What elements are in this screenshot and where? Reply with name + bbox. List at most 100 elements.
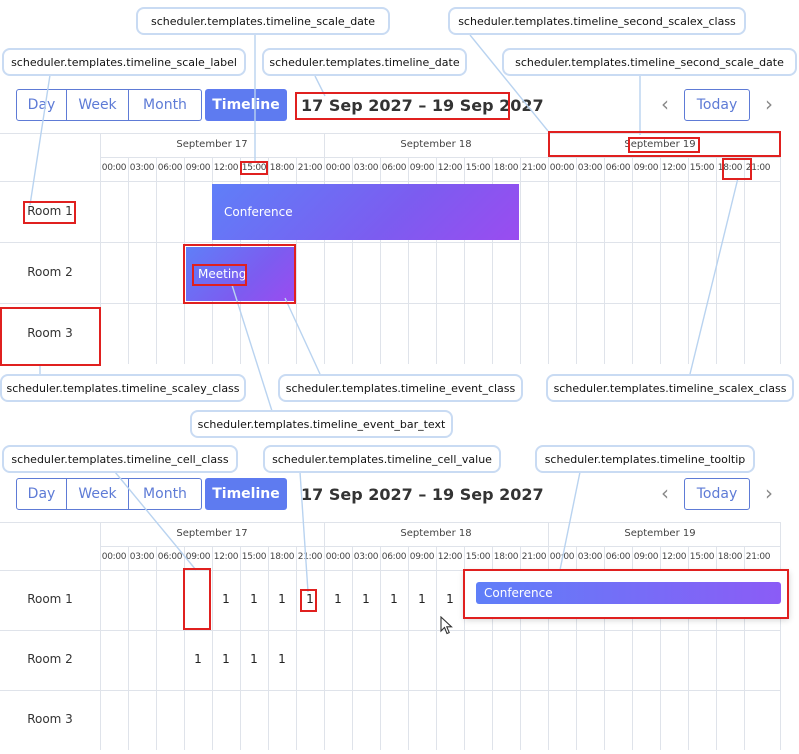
callout-timeline-second-scalex-class: scheduler.templates.timeline_second_scal… xyxy=(448,7,746,35)
callout-timeline-cell-class: scheduler.templates.timeline_cell_class xyxy=(2,445,238,473)
scale-day-label: September 18 xyxy=(400,528,472,539)
grid-line xyxy=(268,546,269,750)
scale-hour-label: 15:00 xyxy=(689,552,715,562)
chevron-right-icon[interactable]: › xyxy=(765,483,773,503)
scale-hour-label: 15:00 xyxy=(241,552,267,562)
timeline-view-button[interactable]: Timeline xyxy=(205,89,287,121)
scale-hour-label: 12:00 xyxy=(437,552,463,562)
scale-hour-label: 09:00 xyxy=(633,163,659,173)
room-label: Room 1 xyxy=(27,592,73,606)
scale-hour-label: 12:00 xyxy=(213,552,239,562)
grid-line xyxy=(780,133,781,364)
room-label: Room 3 xyxy=(27,712,73,726)
callout-timeline-date: scheduler.templates.timeline_date xyxy=(262,48,467,76)
timeline-view-button[interactable]: Timeline xyxy=(205,478,287,510)
scale-hour-label: 06:00 xyxy=(381,163,407,173)
scale-hour-label: 03:00 xyxy=(129,552,155,562)
cell-value: 1 xyxy=(390,592,398,606)
cell-value: 1 xyxy=(250,652,258,666)
room-label: Room 2 xyxy=(27,652,73,666)
scale-hour-label: 18:00 xyxy=(493,163,519,173)
month-view-button[interactable]: Month xyxy=(129,478,202,510)
cell-value: 1 xyxy=(362,592,370,606)
month-view-button[interactable]: Month xyxy=(129,89,202,121)
today-button[interactable]: Today xyxy=(684,89,750,121)
scale-hour-label: 09:00 xyxy=(633,552,659,562)
highlight-cell-class xyxy=(183,568,211,630)
grid-line xyxy=(660,157,661,364)
scale-hour-label: 15:00 xyxy=(689,163,715,173)
scale-hour-label: 15:00 xyxy=(465,552,491,562)
highlight-scalex-class xyxy=(722,158,752,180)
view-switcher: Day Week Month xyxy=(16,89,202,121)
scale-day-label: September 17 xyxy=(176,139,248,150)
grid-line xyxy=(156,546,157,750)
timeline-grid-bottom: September 17 September 18 September 19 00:0… xyxy=(0,522,781,750)
scale-hour-label: 21:00 xyxy=(297,163,323,173)
scale-hour-label: 03:00 xyxy=(129,163,155,173)
scale-hour-label: 21:00 xyxy=(745,552,771,562)
scale-hour-label: 06:00 xyxy=(157,163,183,173)
scale-hour-label: 06:00 xyxy=(157,552,183,562)
grid-line xyxy=(0,630,781,631)
cell-value: 1 xyxy=(222,592,230,606)
scale-hour-label: 18:00 xyxy=(269,552,295,562)
view-switcher-2: Day Week Month xyxy=(16,478,202,510)
cell-value: 1 xyxy=(334,592,342,606)
grid-line xyxy=(688,157,689,364)
scale-day-label: September 17 xyxy=(176,528,248,539)
scale-hour-label: 12:00 xyxy=(437,163,463,173)
callout-timeline-event-bar-text: scheduler.templates.timeline_event_bar_t… xyxy=(190,410,453,438)
scale-hour-label: 00:00 xyxy=(101,163,127,173)
highlight-tooltip xyxy=(463,569,789,619)
highlight-cell-value xyxy=(300,589,317,612)
grid-line xyxy=(716,157,717,364)
cell-value: 1 xyxy=(418,592,426,606)
event-conference[interactable]: Conference xyxy=(212,184,519,240)
scale-hour-label: 12:00 xyxy=(661,552,687,562)
scale-hour-label: 06:00 xyxy=(605,552,631,562)
scale-hour-label: 00:00 xyxy=(549,552,575,562)
cell-value: 1 xyxy=(278,592,286,606)
day-view-button[interactable]: Day xyxy=(16,478,67,510)
week-view-button[interactable]: Week xyxy=(67,478,129,510)
scale-hour-label: 09:00 xyxy=(409,552,435,562)
highlight-scale-date xyxy=(240,161,268,175)
scale-hour-label: 18:00 xyxy=(717,552,743,562)
highlight-scale-label xyxy=(23,201,76,224)
chevron-left-icon[interactable]: ‹ xyxy=(661,483,669,503)
grid-line xyxy=(0,242,781,243)
highlight-timeline-date xyxy=(295,92,510,120)
callout-timeline-scaley-class: scheduler.templates.timeline_scaley_clas… xyxy=(0,374,246,402)
grid-line xyxy=(604,157,605,364)
grid-line xyxy=(0,690,781,691)
scale-hour-label: 15:00 xyxy=(465,163,491,173)
scale-day-label: September 18 xyxy=(400,139,472,150)
timeline-grid-top: September 17 September 18 September 19 00:0… xyxy=(0,133,781,366)
scale-day-label: September 19 xyxy=(624,528,696,539)
grid-line xyxy=(100,546,781,547)
scale-hour-label: 09:00 xyxy=(185,552,211,562)
scale-hour-label: 09:00 xyxy=(185,163,211,173)
day-view-button[interactable]: Day xyxy=(16,89,67,121)
highlight-second-scale-date xyxy=(628,137,700,153)
grid-line xyxy=(352,546,353,750)
week-view-button[interactable]: Week xyxy=(67,89,129,121)
scale-hour-label: 03:00 xyxy=(353,163,379,173)
scale-hour-label: 21:00 xyxy=(521,163,547,173)
scale-hour-label: 00:00 xyxy=(101,552,127,562)
grid-line xyxy=(436,546,437,750)
cell-value: 1 xyxy=(222,652,230,666)
callout-timeline-second-scale-date: scheduler.templates.timeline_second_scal… xyxy=(502,48,797,76)
scale-hour-label: 00:00 xyxy=(549,163,575,173)
grid-line xyxy=(744,157,745,364)
chevron-left-icon[interactable]: ‹ xyxy=(661,94,669,114)
chevron-right-icon[interactable]: › xyxy=(765,94,773,114)
scale-hour-label: 12:00 xyxy=(661,163,687,173)
grid-line xyxy=(780,522,781,750)
cell-value: 1 xyxy=(278,652,286,666)
scale-hour-label: 09:00 xyxy=(409,163,435,173)
callout-timeline-scale-date: scheduler.templates.timeline_scale_date xyxy=(136,7,390,35)
grid-line xyxy=(380,546,381,750)
today-button[interactable]: Today xyxy=(684,478,750,510)
